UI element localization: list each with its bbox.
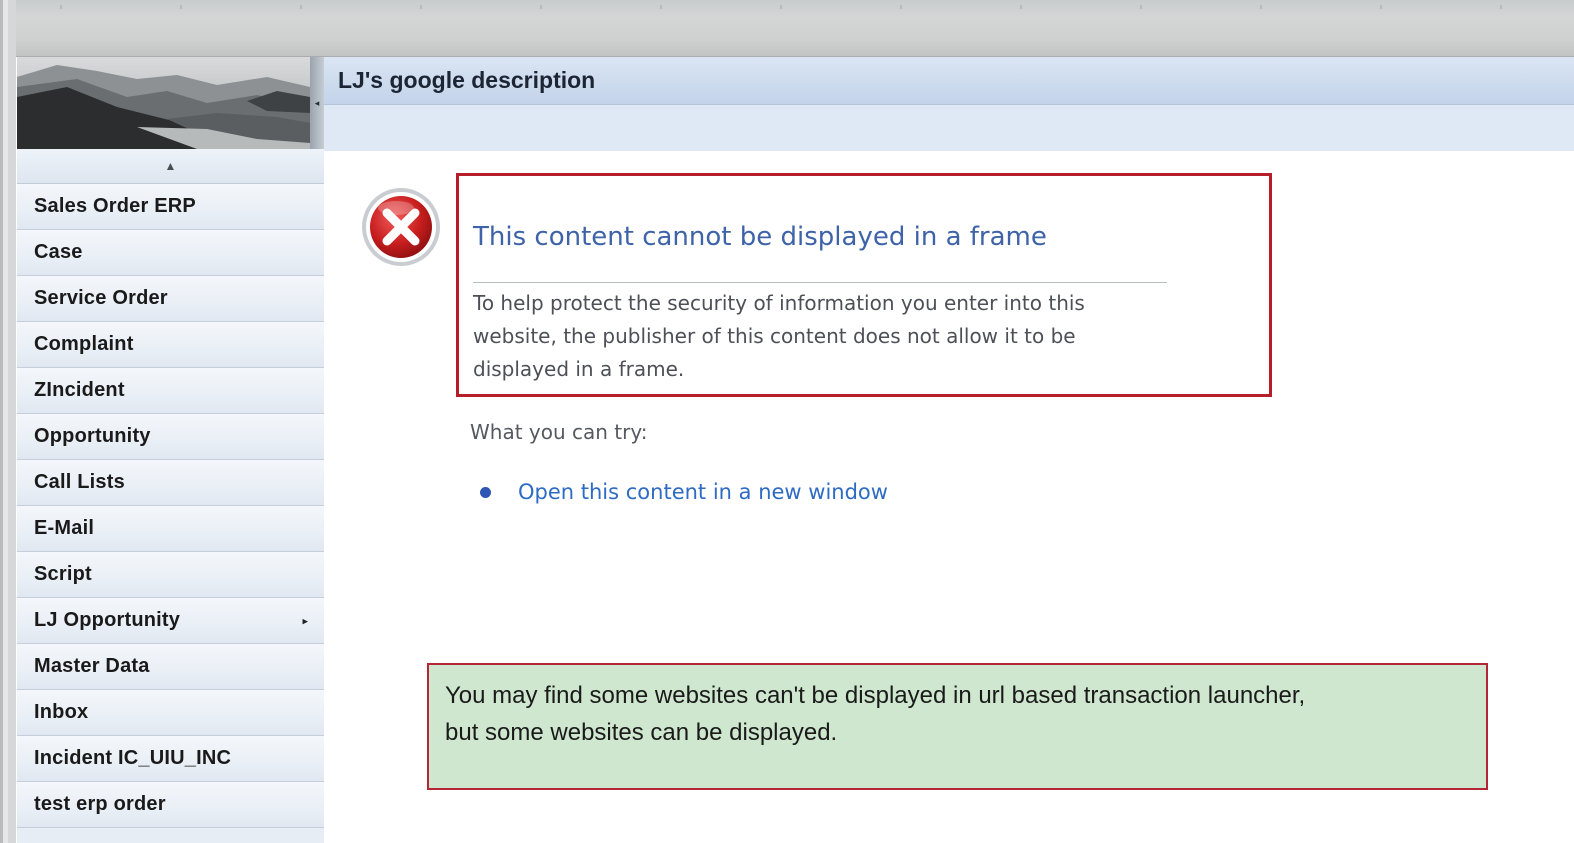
error-x-icon bbox=[360, 186, 442, 268]
submenu-arrow-icon: ▸ bbox=[302, 615, 308, 627]
try-option-row: Open this content in a new window bbox=[480, 480, 888, 504]
chevron-up-icon: ▲ bbox=[164, 159, 177, 173]
toolbar-tick-marks bbox=[0, 5, 1574, 9]
nav-item-label: test erp order bbox=[34, 793, 166, 815]
nav-scroll-up-button[interactable]: ▲ bbox=[17, 149, 324, 184]
landscape-image bbox=[17, 57, 310, 149]
nav-item-incident-ic-uiu-inc[interactable]: Incident IC_UIU_INC bbox=[17, 736, 324, 782]
content-header: LJ's google description bbox=[324, 57, 1574, 105]
logo-image bbox=[17, 57, 310, 149]
nav-item-complaint[interactable]: Complaint bbox=[17, 322, 324, 368]
divider bbox=[473, 282, 1167, 283]
nav-item-lj-opportunity[interactable]: LJ Opportunity ▸ bbox=[17, 598, 324, 644]
collapse-handle[interactable]: ◂ bbox=[310, 57, 324, 149]
top-toolbar bbox=[0, 0, 1574, 57]
collapse-arrow-icon: ◂ bbox=[314, 97, 320, 108]
nav-item-label: Master Data bbox=[34, 655, 150, 677]
note-text-line-1: You may find some websites can't be disp… bbox=[445, 682, 1306, 709]
nav-item-label: Complaint bbox=[34, 333, 134, 355]
nav-item-master-data[interactable]: Master Data bbox=[17, 644, 324, 690]
nav-item-sales-order-erp[interactable]: Sales Order ERP bbox=[17, 184, 324, 230]
content-subbar bbox=[324, 105, 1574, 151]
error-title: This content cannot be displayed in a fr… bbox=[473, 222, 1047, 252]
nav-item-label: LJ Opportunity bbox=[34, 609, 181, 631]
nav-item-label: Case bbox=[34, 241, 83, 263]
error-body-text: To help protect the security of informat… bbox=[473, 291, 1085, 381]
nav-item-script[interactable]: Script bbox=[17, 552, 324, 598]
nav-item-label: Sales Order ERP bbox=[34, 195, 196, 217]
page: ◂ ▲ Sales Order ERP Case Service Order C… bbox=[0, 0, 1574, 843]
annotation-note: You may find some websites can't be disp… bbox=[427, 663, 1488, 790]
nav-item-e-mail[interactable]: E-Mail bbox=[17, 506, 324, 552]
nav-item-label: Incident IC_UIU_INC bbox=[34, 747, 232, 769]
nav-item-zincident[interactable]: ZIncident bbox=[17, 368, 324, 414]
nav-item-label: Script bbox=[34, 563, 92, 585]
nav-item-inbox[interactable]: Inbox bbox=[17, 690, 324, 736]
nav-item-opportunity[interactable]: Opportunity bbox=[17, 414, 324, 460]
navigation-bar: ▲ Sales Order ERP Case Service Order Com… bbox=[17, 149, 324, 843]
what-you-can-try-label: What you can try: bbox=[470, 420, 648, 444]
nav-item-label: Inbox bbox=[34, 701, 89, 723]
left-window-edge bbox=[0, 0, 16, 843]
page-title: LJ's google description bbox=[338, 67, 596, 93]
open-in-new-window-link[interactable]: Open this content in a new window bbox=[518, 480, 888, 504]
note-text-line-2: but some websites can be displayed. bbox=[445, 719, 838, 746]
nav-item-label: Service Order bbox=[34, 287, 168, 309]
error-message-box: This content cannot be displayed in a fr… bbox=[456, 173, 1272, 397]
nav-item-label: Call Lists bbox=[34, 471, 125, 493]
nav-item-service-order[interactable]: Service Order bbox=[17, 276, 324, 322]
nav-item-label: ZIncident bbox=[34, 379, 125, 401]
nav-item-call-lists[interactable]: Call Lists bbox=[17, 460, 324, 506]
nav-item-label: E-Mail bbox=[34, 517, 95, 539]
nav-item-case[interactable]: Case bbox=[17, 230, 324, 276]
nav-item-test-erp-order[interactable]: test erp order bbox=[17, 782, 324, 828]
bullet-icon bbox=[480, 486, 491, 498]
nav-item-label: Opportunity bbox=[34, 425, 151, 447]
